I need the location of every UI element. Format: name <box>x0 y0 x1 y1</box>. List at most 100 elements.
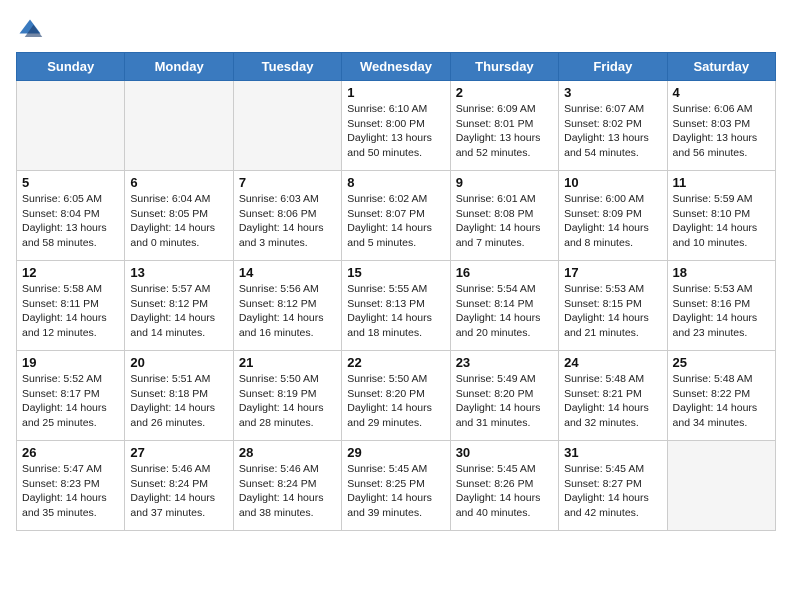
calendar-cell: 19 Sunrise: 5:52 AMSunset: 8:17 PMDayligh… <box>17 351 125 441</box>
calendar-header: SundayMondayTuesdayWednesdayThursdayFrid… <box>17 53 776 81</box>
day-info: Sunrise: 5:50 AMSunset: 8:19 PMDaylight:… <box>239 372 336 431</box>
day-info: Sunrise: 5:45 AMSunset: 8:27 PMDaylight:… <box>564 462 661 521</box>
calendar: SundayMondayTuesdayWednesdayThursdayFrid… <box>16 52 776 531</box>
header <box>16 16 776 44</box>
day-number: 22 <box>347 355 444 370</box>
calendar-cell: 2Sunrise: 6:09 AMSunset: 8:01 PMDaylight… <box>450 81 558 171</box>
day-number: 18 <box>673 265 770 280</box>
day-number: 10 <box>564 175 661 190</box>
calendar-cell: 5 Sunrise: 6:05 AMSunset: 8:04 PMDaylight… <box>17 171 125 261</box>
day-number: 25 <box>673 355 770 370</box>
week-row-3: 12 Sunrise: 5:58 AMSunset: 8:11 PMDayligh… <box>17 261 776 351</box>
day-info: Sunrise: 6:06 AMSunset: 8:03 PMDaylight:… <box>673 102 770 161</box>
calendar-cell: 15 Sunrise: 5:55 AMSunset: 8:13 PMDayligh… <box>342 261 450 351</box>
day-info: Sunrise: 5:51 AMSunset: 8:18 PMDaylight:… <box>130 372 227 431</box>
day-number: 2 <box>456 85 553 100</box>
calendar-cell: 10 Sunrise: 6:00 AMSunset: 8:09 PMDayligh… <box>559 171 667 261</box>
day-number: 21 <box>239 355 336 370</box>
week-row-2: 5 Sunrise: 6:05 AMSunset: 8:04 PMDaylight… <box>17 171 776 261</box>
col-header-sunday: Sunday <box>17 53 125 81</box>
day-info: Sunrise: 5:46 AMSunset: 8:24 PMDaylight:… <box>239 462 336 521</box>
calendar-cell: 31 Sunrise: 5:45 AMSunset: 8:27 PMDayligh… <box>559 441 667 531</box>
day-info: Sunrise: 6:10 AMSunset: 8:00 PMDaylight:… <box>347 102 444 161</box>
day-info: Sunrise: 5:46 AMSunset: 8:24 PMDaylight:… <box>130 462 227 521</box>
calendar-cell <box>667 441 775 531</box>
day-info: Sunrise: 5:48 AMSunset: 8:22 PMDaylight:… <box>673 372 770 431</box>
calendar-cell: 17Sunrise: 5:53 AMSunset: 8:15 PMDayligh… <box>559 261 667 351</box>
day-info: Sunrise: 5:45 AMSunset: 8:26 PMDaylight:… <box>456 462 553 521</box>
week-row-4: 19 Sunrise: 5:52 AMSunset: 8:17 PMDayligh… <box>17 351 776 441</box>
col-header-thursday: Thursday <box>450 53 558 81</box>
day-info: Sunrise: 5:54 AMSunset: 8:14 PMDaylight:… <box>456 282 553 341</box>
day-info: Sunrise: 6:05 AMSunset: 8:04 PMDaylight:… <box>22 192 119 251</box>
logo <box>16 16 48 44</box>
calendar-cell: 12 Sunrise: 5:58 AMSunset: 8:11 PMDayligh… <box>17 261 125 351</box>
day-info: Sunrise: 5:45 AMSunset: 8:25 PMDaylight:… <box>347 462 444 521</box>
day-number: 14 <box>239 265 336 280</box>
day-info: Sunrise: 5:55 AMSunset: 8:13 PMDaylight:… <box>347 282 444 341</box>
calendar-cell: 22 Sunrise: 5:50 AMSunset: 8:20 PMDayligh… <box>342 351 450 441</box>
day-number: 16 <box>456 265 553 280</box>
calendar-cell: 7Sunrise: 6:03 AMSunset: 8:06 PMDaylight… <box>233 171 341 261</box>
day-info: Sunrise: 5:52 AMSunset: 8:17 PMDaylight:… <box>22 372 119 431</box>
day-number: 19 <box>22 355 119 370</box>
calendar-cell: 27 Sunrise: 5:46 AMSunset: 8:24 PMDayligh… <box>125 441 233 531</box>
calendar-cell: 11 Sunrise: 5:59 AMSunset: 8:10 PMDayligh… <box>667 171 775 261</box>
calendar-cell: 14 Sunrise: 5:56 AMSunset: 8:12 PMDayligh… <box>233 261 341 351</box>
day-number: 28 <box>239 445 336 460</box>
calendar-cell: 8 Sunrise: 6:02 AMSunset: 8:07 PMDaylight… <box>342 171 450 261</box>
week-row-5: 26Sunrise: 5:47 AMSunset: 8:23 PMDayligh… <box>17 441 776 531</box>
calendar-cell: 13 Sunrise: 5:57 AMSunset: 8:12 PMDayligh… <box>125 261 233 351</box>
col-header-friday: Friday <box>559 53 667 81</box>
day-number: 20 <box>130 355 227 370</box>
day-number: 6 <box>130 175 227 190</box>
day-info: Sunrise: 6:01 AMSunset: 8:08 PMDaylight:… <box>456 192 553 251</box>
day-info: Sunrise: 5:56 AMSunset: 8:12 PMDaylight:… <box>239 282 336 341</box>
calendar-cell: 4Sunrise: 6:06 AMSunset: 8:03 PMDaylight… <box>667 81 775 171</box>
day-number: 7 <box>239 175 336 190</box>
calendar-cell: 20 Sunrise: 5:51 AMSunset: 8:18 PMDayligh… <box>125 351 233 441</box>
day-number: 12 <box>22 265 119 280</box>
col-header-monday: Monday <box>125 53 233 81</box>
col-header-saturday: Saturday <box>667 53 775 81</box>
calendar-cell: 24Sunrise: 5:48 AMSunset: 8:21 PMDayligh… <box>559 351 667 441</box>
day-number: 9 <box>456 175 553 190</box>
day-number: 15 <box>347 265 444 280</box>
day-number: 31 <box>564 445 661 460</box>
day-number: 23 <box>456 355 553 370</box>
col-header-tuesday: Tuesday <box>233 53 341 81</box>
day-info: Sunrise: 6:02 AMSunset: 8:07 PMDaylight:… <box>347 192 444 251</box>
day-info: Sunrise: 5:58 AMSunset: 8:11 PMDaylight:… <box>22 282 119 341</box>
day-number: 13 <box>130 265 227 280</box>
calendar-cell: 30Sunrise: 5:45 AMSunset: 8:26 PMDayligh… <box>450 441 558 531</box>
day-info: Sunrise: 5:50 AMSunset: 8:20 PMDaylight:… <box>347 372 444 431</box>
calendar-cell: 3Sunrise: 6:07 AMSunset: 8:02 PMDaylight… <box>559 81 667 171</box>
day-number: 3 <box>564 85 661 100</box>
week-row-1: 1 Sunrise: 6:10 AMSunset: 8:00 PMDaylight… <box>17 81 776 171</box>
day-number: 29 <box>347 445 444 460</box>
logo-icon <box>16 16 44 44</box>
calendar-cell: 21 Sunrise: 5:50 AMSunset: 8:19 PMDayligh… <box>233 351 341 441</box>
day-number: 27 <box>130 445 227 460</box>
day-info: Sunrise: 6:04 AMSunset: 8:05 PMDaylight:… <box>130 192 227 251</box>
day-info: Sunrise: 6:00 AMSunset: 8:09 PMDaylight:… <box>564 192 661 251</box>
day-info: Sunrise: 5:57 AMSunset: 8:12 PMDaylight:… <box>130 282 227 341</box>
day-info: Sunrise: 5:47 AMSunset: 8:23 PMDaylight:… <box>22 462 119 521</box>
day-info: Sunrise: 5:59 AMSunset: 8:10 PMDaylight:… <box>673 192 770 251</box>
day-number: 1 <box>347 85 444 100</box>
day-number: 5 <box>22 175 119 190</box>
calendar-cell: 26Sunrise: 5:47 AMSunset: 8:23 PMDayligh… <box>17 441 125 531</box>
day-number: 17 <box>564 265 661 280</box>
calendar-cell: 1 Sunrise: 6:10 AMSunset: 8:00 PMDaylight… <box>342 81 450 171</box>
calendar-cell: 18Sunrise: 5:53 AMSunset: 8:16 PMDayligh… <box>667 261 775 351</box>
day-number: 11 <box>673 175 770 190</box>
day-info: Sunrise: 5:49 AMSunset: 8:20 PMDaylight:… <box>456 372 553 431</box>
calendar-cell: 6 Sunrise: 6:04 AMSunset: 8:05 PMDaylight… <box>125 171 233 261</box>
calendar-cell: 9 Sunrise: 6:01 AMSunset: 8:08 PMDaylight… <box>450 171 558 261</box>
day-number: 8 <box>347 175 444 190</box>
calendar-cell: 25 Sunrise: 5:48 AMSunset: 8:22 PMDayligh… <box>667 351 775 441</box>
calendar-cell: 23 Sunrise: 5:49 AMSunset: 8:20 PMDayligh… <box>450 351 558 441</box>
col-header-wednesday: Wednesday <box>342 53 450 81</box>
calendar-cell <box>17 81 125 171</box>
day-info: Sunrise: 5:48 AMSunset: 8:21 PMDaylight:… <box>564 372 661 431</box>
